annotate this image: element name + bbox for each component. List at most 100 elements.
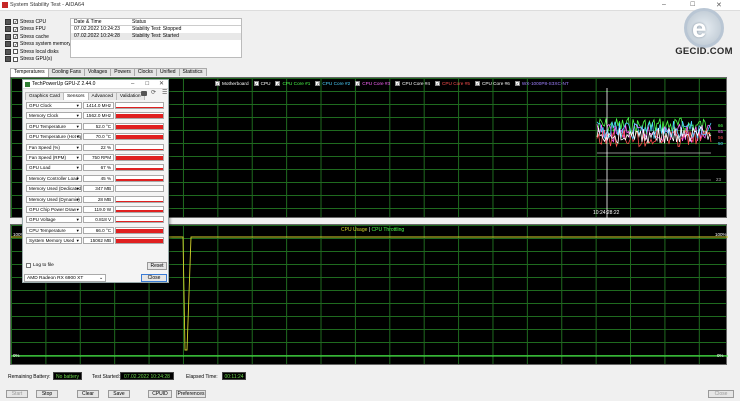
sensor-name[interactable]: GPU Temperature ▼ [26, 122, 82, 130]
legend-item[interactable]: ✓ CPU Core #6 [474, 80, 510, 86]
close-button[interactable]: Close [708, 390, 734, 398]
gpuz-close-button[interactable]: Close [141, 274, 167, 282]
column-status[interactable]: Status [129, 19, 241, 25]
tab-clocks[interactable]: Clocks [133, 68, 157, 76]
stress-gpu-option[interactable]: Stress GPU(s) [5, 56, 75, 63]
checkbox-icon[interactable] [13, 56, 18, 62]
sensor-name[interactable]: Fan Speed (%) ▼ [26, 143, 82, 151]
reset-button[interactable]: Reset [147, 262, 167, 270]
gpuz-minimize-button[interactable]: – [131, 80, 134, 89]
sensor-name[interactable]: GPU Chip Power Draw ▼ [26, 206, 82, 213]
legend-item[interactable]: ✓ CPU Core #2 [315, 80, 350, 86]
checkbox-icon[interactable]: ✓ [13, 34, 18, 39]
table-row[interactable]: 07.02.2022 10:24:28 Stability Test: Star… [71, 33, 241, 40]
checkbox-icon[interactable]: ✓ [215, 80, 220, 86]
sensor-row: GPU Temperature ▼ 52.0 °C [26, 122, 164, 131]
device-select[interactable]: AMD Radeon RX 6900 XT ⌄ [24, 274, 106, 282]
gpuz-close-icon[interactable]: ✕ [159, 80, 164, 89]
sensor-name[interactable]: Memory Used (Dedicated) ▼ [26, 185, 82, 193]
checkbox-icon[interactable]: ✓ [13, 19, 18, 24]
chevron-down-icon: ▼ [75, 217, 80, 223]
sensor-value: 1562.0 MHz [82, 112, 115, 120]
sensor-graph-fill [116, 106, 163, 108]
chevron-down-icon: ▼ [75, 103, 80, 108]
checkbox-icon[interactable]: ✓ [13, 26, 18, 32]
chevron-down-icon: ▼ [75, 113, 80, 119]
sensor-row: Memory Controller Load ▼ 45 % [26, 174, 164, 183]
sensor-name[interactable]: GPU Temperature (Hot Spot)▼ [26, 133, 82, 141]
cpuid-button[interactable]: CPUID [148, 390, 172, 398]
legend-item[interactable]: ✓ Motherboard [215, 80, 249, 86]
checkbox-icon[interactable] [26, 263, 31, 268]
legend-item[interactable]: ✓ CPU Core #5 [435, 80, 470, 86]
legend-item[interactable]: ✓ CPU Core #1 [275, 80, 310, 86]
sensor-name[interactable]: Memory Used (Dynamic) ▼ [26, 195, 82, 203]
checkbox-icon[interactable]: ✓ [13, 41, 18, 47]
checkbox-icon[interactable]: ✓ [355, 80, 361, 86]
preferences-button[interactable]: Preferences [176, 390, 206, 398]
axis-bottom-right: 0% [717, 353, 724, 358]
gecid-logo: e GECID.COM [670, 4, 738, 60]
checkbox-icon[interactable]: ✓ [315, 80, 321, 86]
sensor-graph [115, 206, 164, 213]
checkbox-icon[interactable]: ✓ [253, 80, 259, 86]
gpuz-app-icon [25, 82, 30, 87]
sensor-name[interactable]: Memory Controller Load ▼ [26, 174, 82, 182]
tab-sensors[interactable]: Sensors [62, 92, 89, 100]
checkbox-icon[interactable]: ✓ [474, 80, 480, 86]
sensor-name[interactable]: GPU Load ▼ [26, 164, 82, 172]
checkbox-icon[interactable] [13, 49, 18, 54]
tab-voltages[interactable]: Voltages [84, 68, 112, 76]
clear-button[interactable]: Clear [77, 390, 99, 398]
sensor-value: 52.0 °C [82, 122, 115, 130]
table-row[interactable]: 07.02.2022 10:24:23 Stability Test: Stop… [71, 26, 241, 33]
title-separator: | [368, 227, 371, 233]
checkbox-icon[interactable]: ✓ [514, 80, 520, 86]
checkbox-icon[interactable]: ✓ [395, 80, 401, 86]
log-to-file-option[interactable]: Log to file [26, 263, 54, 268]
legend-item[interactable]: ✓ CPU Core #4 [395, 80, 430, 86]
sensor-name[interactable]: CPU Temperature ▼ [26, 226, 82, 234]
sensor-name[interactable]: System Memory Used ▼ [26, 237, 82, 245]
sensor-graph [115, 112, 164, 120]
chevron-down-icon: ▼ [75, 238, 80, 244]
start-button[interactable]: Start [6, 390, 28, 398]
legend-item[interactable]: ✓ CPU [253, 80, 270, 86]
tab-advanced[interactable]: Advanced [87, 92, 117, 100]
save-button[interactable]: Save [108, 390, 130, 398]
menu-icon[interactable]: ☰ [162, 89, 167, 96]
temperature-legend: ✓ Motherboard ✓ CPU ✓ CPU Core #1 ✓ CPU Core… [215, 79, 574, 87]
refresh-icon[interactable]: ⟳ [151, 89, 156, 96]
stress-cache-option[interactable]: ✓ Stress cache [5, 33, 75, 40]
sensor-name[interactable]: GPU Clock ▼ [26, 102, 82, 109]
gpuz-maximize-button[interactable]: ☐ [145, 80, 149, 89]
checkbox-icon[interactable]: ✓ [275, 80, 281, 86]
tab-temperatures[interactable]: Temperatures [10, 68, 49, 77]
tab-powers[interactable]: Powers [110, 68, 135, 76]
camera-icon[interactable] [141, 91, 147, 96]
battery-value: No battery [53, 372, 82, 380]
sensor-graph-fill [116, 113, 163, 119]
stress-memory-option[interactable]: ✓ Stress system memory [5, 41, 75, 48]
stress-disks-option[interactable]: Stress local disks [5, 48, 75, 55]
tab-cooling-fans[interactable]: Cooling Fans [47, 68, 86, 76]
stop-button[interactable]: Stop [36, 390, 58, 398]
tab-statistics[interactable]: Statistics [178, 68, 207, 76]
chevron-down-icon: ⌄ [98, 276, 103, 281]
tab-unified[interactable]: Unified [155, 68, 180, 76]
sensor-name[interactable]: Fan Speed (RPM) ▼ [26, 154, 82, 161]
checkbox-icon[interactable]: ✓ [435, 80, 441, 86]
minimize-button[interactable]: – [662, 1, 666, 8]
sensor-value: 347 MB [82, 185, 115, 193]
sensor-value: 0.818 V [82, 216, 115, 224]
sensor-name[interactable]: Memory Clock ▼ [26, 112, 82, 120]
legend-item[interactable]: ✓ WX-1000P8-S3XC-NT [514, 80, 569, 86]
disk-icon [5, 48, 11, 55]
column-date[interactable]: Date & Time [71, 19, 129, 25]
cpu-graph-title: CPU Usage | CPU Throttling [341, 227, 404, 233]
sensor-name[interactable]: GPU Voltage ▼ [26, 216, 82, 224]
legend-item[interactable]: ✓ CPU Core #3 [355, 80, 390, 86]
stress-fpu-option[interactable]: ✓ Stress FPU [5, 26, 75, 33]
stress-cpu-option[interactable]: ✓ Stress CPU [5, 18, 75, 25]
tab-graphics-card[interactable]: Graphics Card [25, 92, 64, 100]
